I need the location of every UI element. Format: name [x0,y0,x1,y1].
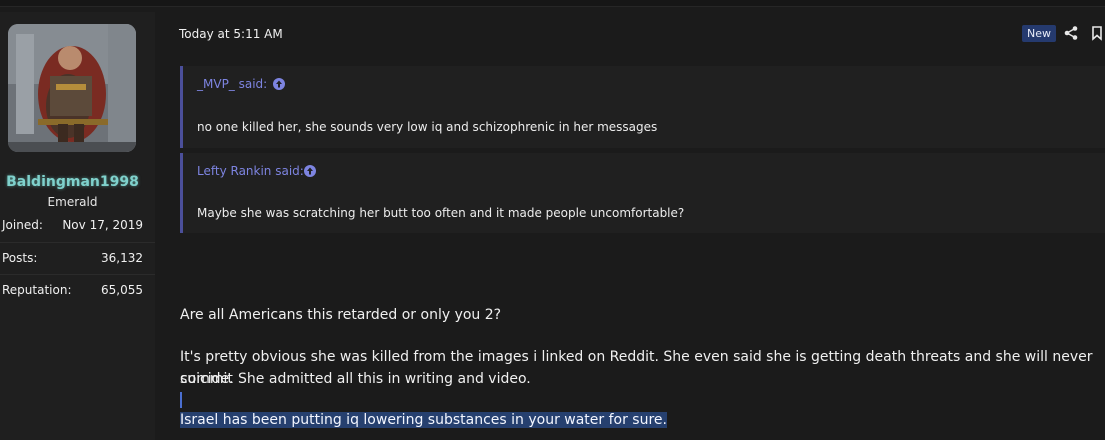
post-paragraph-selected: Israel has been putting iq lowering subs… [180,409,667,431]
arrow-up-icon[interactable] [303,163,317,177]
stat-value: 36,132 [101,251,143,265]
stat-label: Reputation: [2,283,72,297]
post-date[interactable]: Today at 5:11 AM [179,27,283,41]
stat-value: Nov 17, 2019 [62,218,143,232]
username[interactable]: Baldingman1998 [0,174,145,190]
post-paragraph: Are all Americans this retarded or only … [180,307,502,323]
quote-author[interactable]: Lefty Rankin said: [197,164,304,178]
avatar[interactable] [8,24,136,152]
arrow-up-icon[interactable] [272,76,286,90]
user-title: Emerald [47,195,98,209]
post-paragraph: suicide. She admitted all this in writin… [180,371,531,387]
quote-block: _MVP_ said: no one killed her, she sound… [180,66,1105,148]
quote-block: Lefty Rankin said: Maybe she was scratch… [180,153,1105,233]
selected-text: Israel has been putting iq lowering subs… [180,412,667,428]
quote-text: no one killed her, she sounds very low i… [197,120,658,134]
bookmark-icon[interactable] [1089,25,1105,41]
top-border [0,0,1105,7]
user-sidebar: Baldingman1998 Emerald Joined: Nov 17, 2… [0,12,155,440]
stat-joined: Joined: Nov 17, 2019 [0,210,155,240]
stat-label: Joined: [2,218,43,232]
quote-author[interactable]: _MVP_ said: [197,77,267,91]
quote-text: Maybe she was scratching her butt too of… [197,206,685,220]
stat-label: Posts: [2,251,38,265]
text-cursor [180,392,182,408]
stat-reputation: Reputation: 65,055 [0,274,155,305]
new-badge: New [1022,25,1056,42]
stat-posts: Posts: 36,132 [0,242,155,273]
share-icon[interactable] [1063,25,1079,41]
stat-value: 65,055 [101,283,143,297]
